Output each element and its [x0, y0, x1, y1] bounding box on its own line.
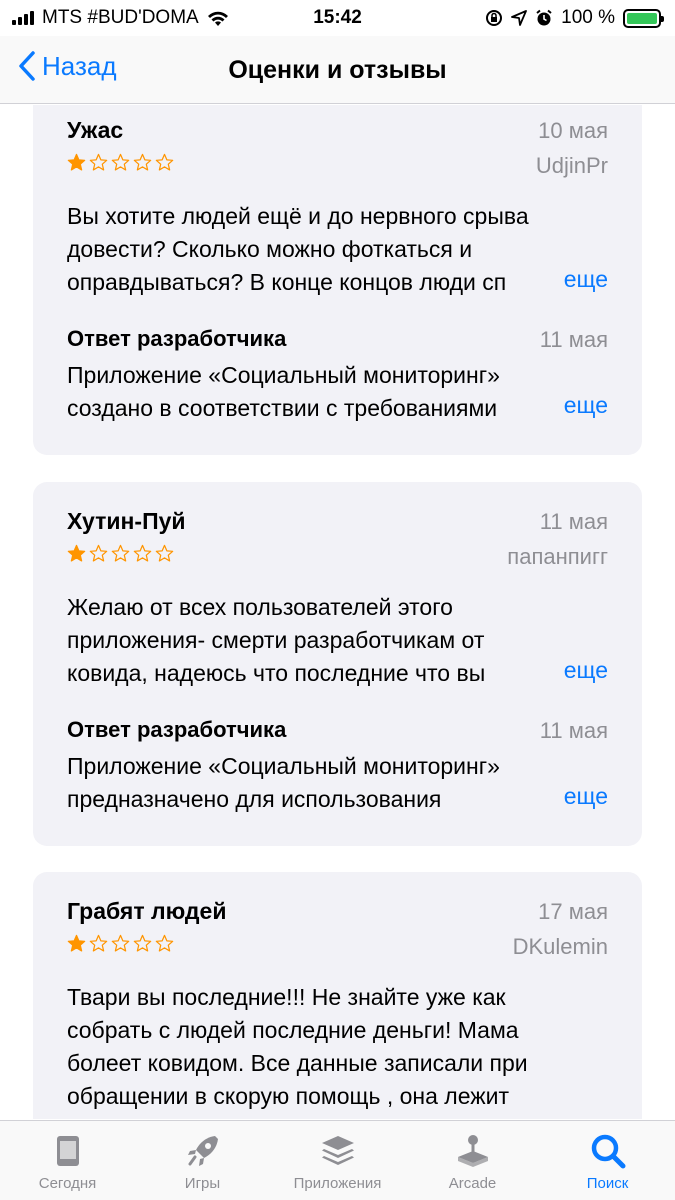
review-card[interactable]: Ужас 10 мая UdjinPr Вы хотите людей ещё …: [33, 105, 642, 455]
review-body-line: оправдываться? В конце концов люди сп: [67, 269, 507, 295]
back-button-label: Назад: [42, 50, 117, 81]
developer-response-more-link[interactable]: еще: [555, 392, 608, 419]
star-empty-icon: [89, 544, 108, 562]
star-filled-icon: [67, 934, 86, 952]
review-body-line: Твари вы последние!!! Не знайте уже как: [67, 984, 506, 1010]
carrier-name: MTS #BUD'DOMA: [42, 7, 199, 28]
tab-arcade[interactable]: Arcade: [405, 1121, 540, 1200]
battery-icon: [623, 8, 664, 28]
review-more-link[interactable]: еще: [555, 657, 608, 684]
star-empty-icon: [155, 153, 174, 171]
status-bar: MTS #BUD'DOMA 15:42 100 %: [0, 0, 675, 36]
review-date: 11 мая: [539, 509, 608, 534]
star-empty-icon: [89, 934, 108, 952]
review-body-line: ковида, надеюсь что последние что вы: [67, 660, 486, 686]
review-body: Желаю от всех пользователей этого прилож…: [67, 591, 542, 690]
star-empty-icon: [133, 544, 152, 562]
back-button[interactable]: Назад: [18, 50, 117, 82]
review-title: Ужас: [67, 117, 124, 143]
battery-percent: 100 %: [561, 7, 615, 28]
tab-games[interactable]: Игры: [135, 1121, 270, 1200]
developer-response-title: Ответ разработчика: [67, 717, 287, 742]
review-body-line: Желаю от всех пользователей этого: [67, 594, 453, 620]
location-arrow-icon: [511, 10, 528, 26]
tab-label: Игры: [184, 1175, 221, 1192]
rocket-icon: [187, 1136, 218, 1166]
review-date: 17 мая: [538, 899, 608, 924]
review-title: Грабят людей: [67, 898, 227, 924]
star-rating: [67, 153, 174, 172]
tab-bar: Сегодня Игры Приложения Arcade Поиск: [0, 1120, 675, 1200]
developer-response-line: Приложение «Социальный мониторинг»: [67, 362, 500, 388]
developer-response-body: Приложение «Социальный мониторинг» созда…: [67, 359, 542, 425]
star-filled-icon: [67, 153, 86, 171]
review-author: DKulemin: [512, 934, 608, 959]
star-empty-icon: [155, 934, 174, 952]
star-empty-icon: [155, 544, 174, 562]
tab-label: Arcade: [448, 1175, 497, 1192]
review-card[interactable]: Хутин-Пуй 11 мая папанпигг Желаю от всех…: [33, 482, 642, 846]
star-rating: [67, 934, 174, 953]
reviews-list[interactable]: Ужас 10 мая UdjinPr Вы хотите людей ещё …: [0, 105, 675, 1119]
review-body-line: собрать с людей последние деньги! Мама: [67, 1017, 519, 1043]
review-body-line: приложения- смерти разработчикам от: [67, 627, 485, 653]
tab-label: Сегодня: [38, 1175, 97, 1192]
search-icon: [591, 1134, 625, 1169]
review-author: UdjinPr: [535, 153, 608, 178]
cellular-signal-icon: [12, 11, 34, 25]
developer-response-line: предназначено для использования: [67, 786, 442, 812]
review-body-line: Вы хотите людей ещё и до нервного срыва: [67, 203, 529, 229]
status-right: 100 %: [485, 7, 664, 29]
developer-response-line: Приложение «Социальный мониторинг»: [67, 753, 500, 779]
navigation-bar: Назад Оценки и отзывы: [0, 36, 675, 104]
review-date: 10 мая: [538, 118, 608, 143]
review-body-line: болеет ковидом. Все данные записали при: [67, 1050, 528, 1076]
star-empty-icon: [133, 153, 152, 171]
star-rating: [67, 544, 174, 563]
review-body-line: довести? Сколько можно фоткаться и: [67, 236, 473, 262]
review-title: Хутин-Пуй: [67, 508, 186, 534]
tab-label: Приложения: [293, 1175, 382, 1192]
star-empty-icon: [111, 934, 130, 952]
developer-response-line: создано в соответствии с требованиями: [67, 395, 498, 421]
star-empty-icon: [111, 153, 130, 171]
developer-response-body: Приложение «Социальный мониторинг» предн…: [67, 750, 542, 816]
tab-search[interactable]: Поиск: [540, 1121, 675, 1200]
developer-response-date: 11 мая: [539, 718, 608, 743]
orientation-lock-icon: [486, 10, 503, 26]
developer-response-date: 11 мая: [539, 327, 608, 352]
review-card[interactable]: Грабят людей 17 мая DKulemin Твари вы по…: [33, 872, 642, 1119]
tab-apps[interactable]: Приложения: [270, 1121, 405, 1200]
star-filled-icon: [67, 544, 86, 562]
review-body: Твари вы последние!!! Не знайте уже как …: [67, 981, 608, 1113]
alarm-icon: [536, 9, 552, 26]
review-author: папанпигг: [507, 544, 608, 569]
review-body-line: обращении в скорую помощь , она лежит: [67, 1083, 510, 1109]
star-empty-icon: [89, 153, 108, 171]
chevron-left-icon: [19, 51, 35, 81]
wifi-icon: [207, 11, 228, 26]
tab-label: Поиск: [586, 1175, 629, 1192]
developer-response-more-link[interactable]: еще: [555, 783, 608, 810]
review-body: Вы хотите людей ещё и до нервного срыва …: [67, 200, 542, 299]
apps-stack-icon: [321, 1136, 354, 1165]
tab-today[interactable]: Сегодня: [0, 1121, 135, 1200]
developer-response-title: Ответ разработчика: [67, 326, 287, 351]
status-left: MTS #BUD'DOMA: [12, 7, 229, 29]
star-empty-icon: [133, 934, 152, 952]
star-empty-icon: [111, 544, 130, 562]
review-more-link[interactable]: еще: [555, 266, 608, 293]
joystick-icon: [457, 1135, 488, 1167]
today-icon: [56, 1136, 79, 1166]
